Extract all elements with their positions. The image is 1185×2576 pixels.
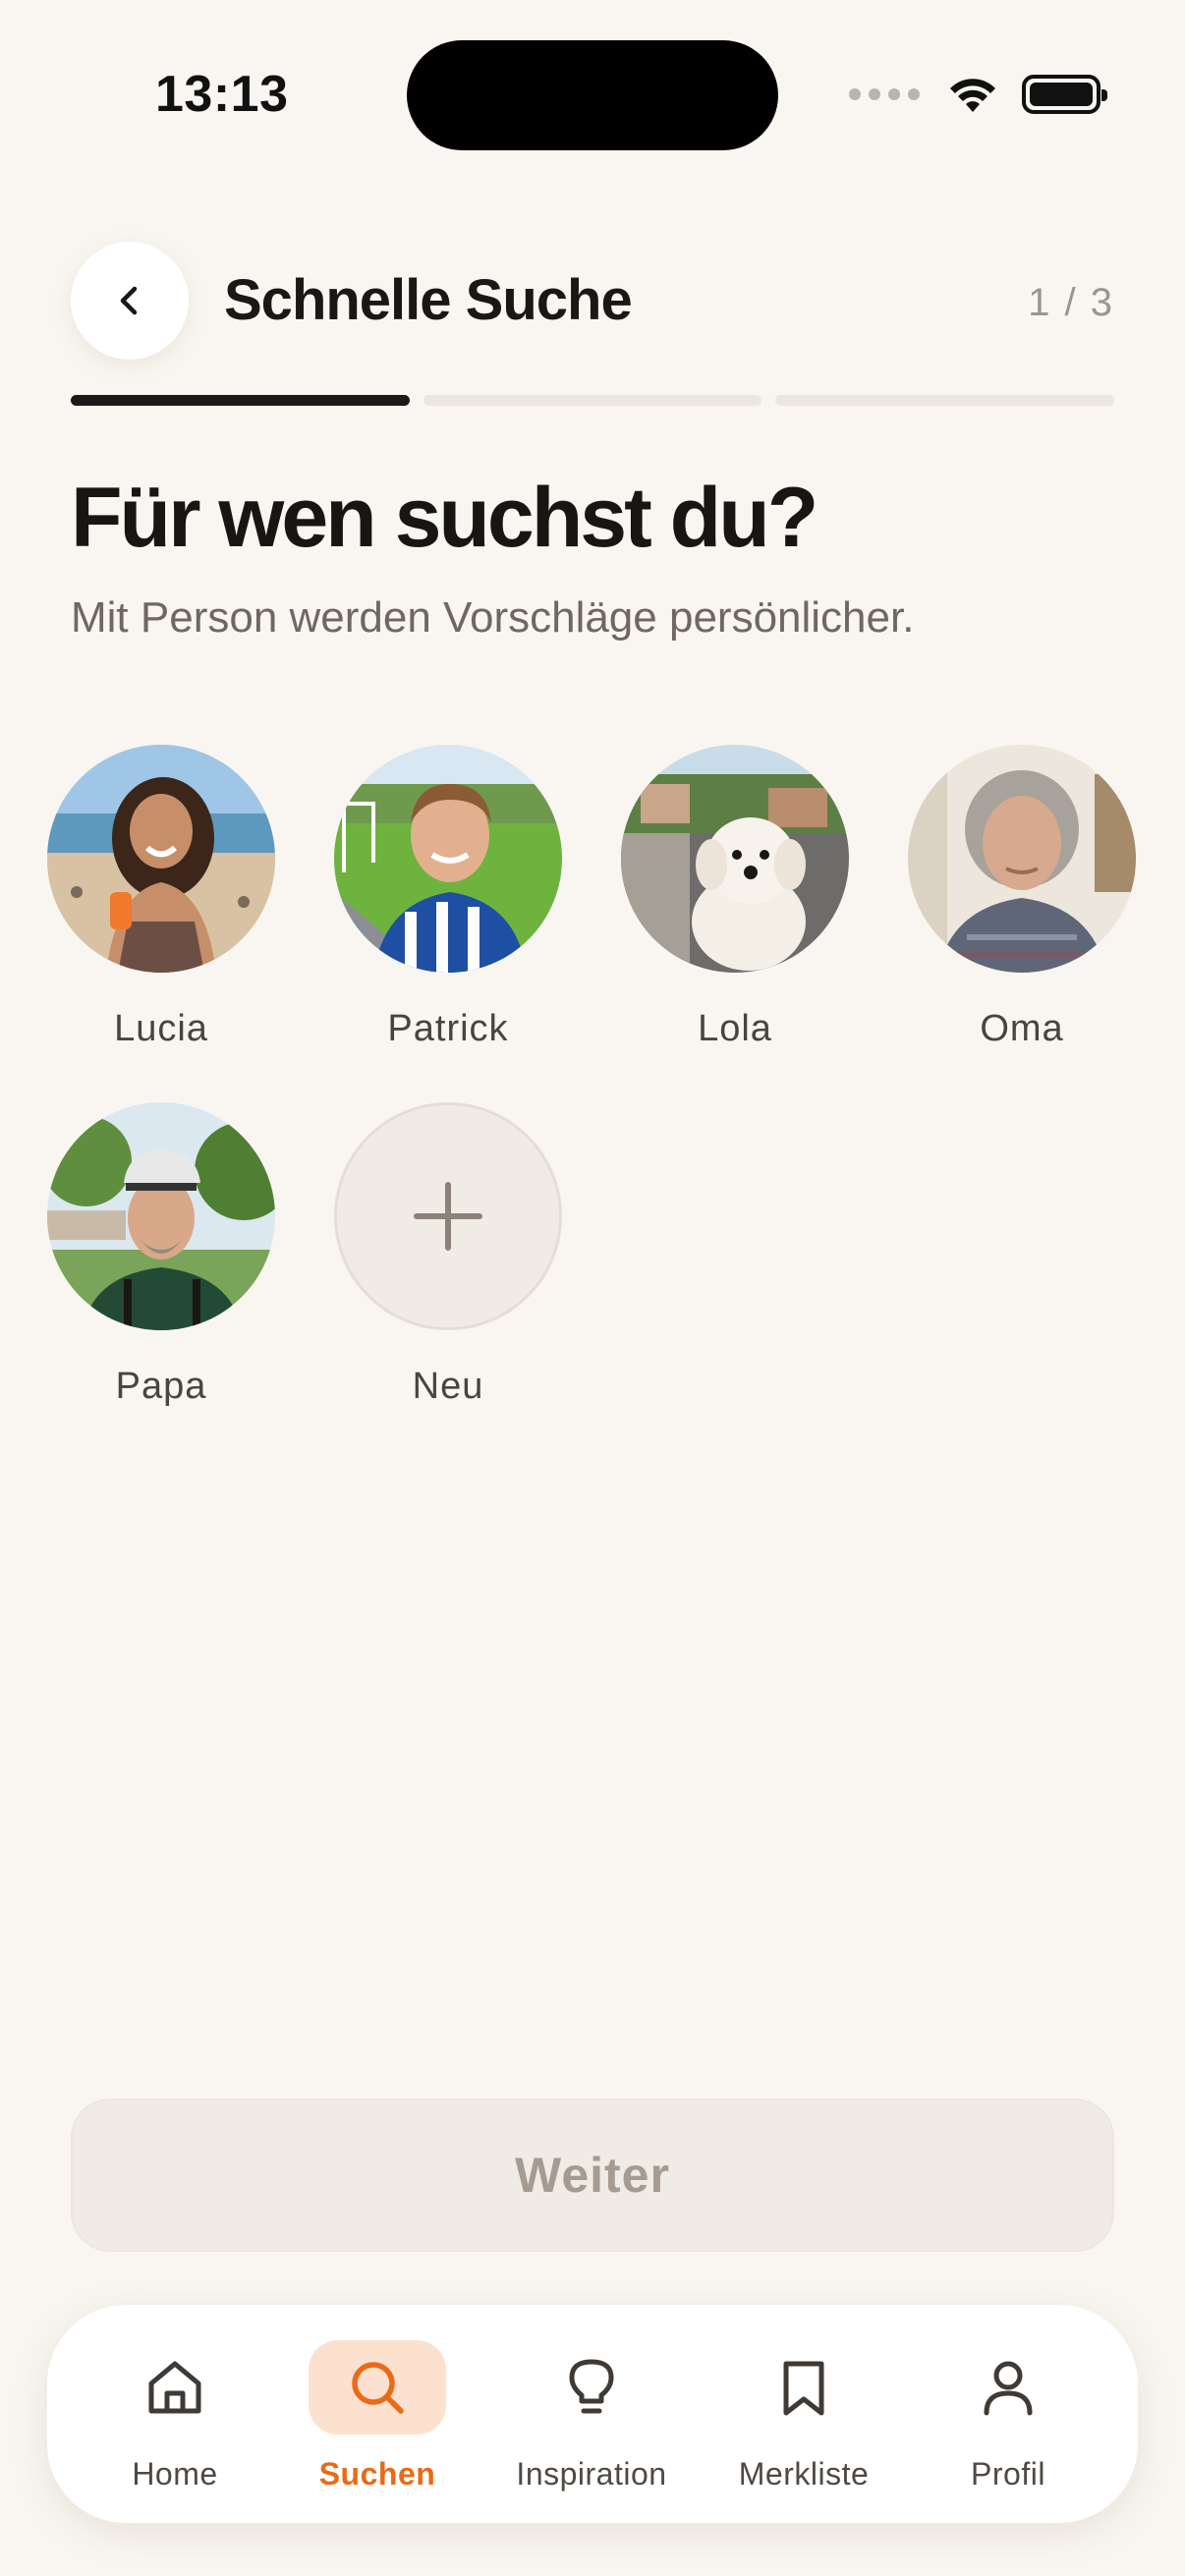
avatar	[908, 745, 1136, 973]
question-heading: Für wen suchst du?	[71, 471, 818, 565]
person-name: Papa	[115, 1366, 207, 1407]
avatar	[47, 1102, 275, 1330]
person-papa[interactable]: Papa	[18, 1102, 305, 1408]
progress-step-1	[71, 395, 410, 406]
status-indicators	[849, 73, 1107, 116]
person-name: Oma	[980, 1008, 1064, 1049]
add-avatar	[334, 1102, 562, 1330]
nav-label: Home	[132, 2456, 218, 2492]
bottom-navigation: Home Suchen Inspiration Merkliste Profil	[47, 2305, 1138, 2523]
plus-icon	[414, 1182, 482, 1251]
nav-label: Merkliste	[738, 2456, 870, 2492]
nav-item-wishlist[interactable]: Merkliste	[705, 2305, 902, 2523]
avatar	[47, 745, 275, 973]
search-icon	[352, 2362, 404, 2414]
nav-item-profile[interactable]: Profil	[910, 2305, 1106, 2523]
person-photo	[908, 745, 1136, 973]
nav-item-home[interactable]: Home	[77, 2305, 273, 2523]
person-lola[interactable]: Lola	[592, 745, 878, 1050]
nav-label: Suchen	[318, 2456, 436, 2492]
battery-icon	[1022, 75, 1107, 114]
page-title: Schnelle Suche	[224, 268, 633, 332]
progress-step-3	[775, 395, 1115, 406]
person-photo	[47, 745, 275, 973]
home-icon	[148, 2361, 201, 2414]
person-oma[interactable]: Oma	[878, 745, 1165, 1050]
bookmark-icon	[783, 2361, 824, 2416]
nav-item-inspiration[interactable]: Inspiration	[493, 2305, 690, 2523]
person-photo	[334, 745, 562, 973]
person-name: Lola	[698, 1008, 772, 1049]
wifi-icon	[950, 79, 995, 112]
person-photo	[621, 745, 849, 973]
back-button[interactable]	[71, 242, 189, 360]
step-progress-bar	[71, 395, 1115, 406]
step-counter: 1 / 3	[1028, 281, 1114, 324]
person-photo	[47, 1102, 275, 1330]
status-time: 13:13	[155, 66, 289, 123]
cellular-signal-icon	[849, 88, 920, 100]
add-person-button[interactable]: Neu	[305, 1102, 592, 1408]
progress-step-2	[423, 395, 762, 406]
person-lucia[interactable]: Lucia	[18, 745, 305, 1050]
user-icon	[984, 2361, 1033, 2416]
dynamic-island	[407, 40, 778, 150]
chevron-left-icon	[120, 286, 138, 315]
lightbulb-icon	[569, 2359, 614, 2414]
person-name: Patrick	[387, 1008, 509, 1049]
nav-item-search[interactable]: Suchen	[279, 2305, 476, 2523]
nav-label: Inspiration	[516, 2456, 667, 2492]
next-button[interactable]: Weiter	[71, 2099, 1114, 2252]
question-subtitle: Mit Person werden Vorschläge persönliche…	[71, 593, 915, 642]
add-person-label: Neu	[412, 1366, 484, 1407]
nav-label: Profil	[971, 2456, 1045, 2492]
avatar	[621, 745, 849, 973]
person-name: Lucia	[114, 1008, 208, 1049]
avatar	[334, 745, 562, 973]
quick-search-screen: 13:13 Schnelle Suche 1 / 3 Für wen suchs…	[0, 0, 1185, 2576]
person-patrick[interactable]: Patrick	[305, 745, 592, 1050]
